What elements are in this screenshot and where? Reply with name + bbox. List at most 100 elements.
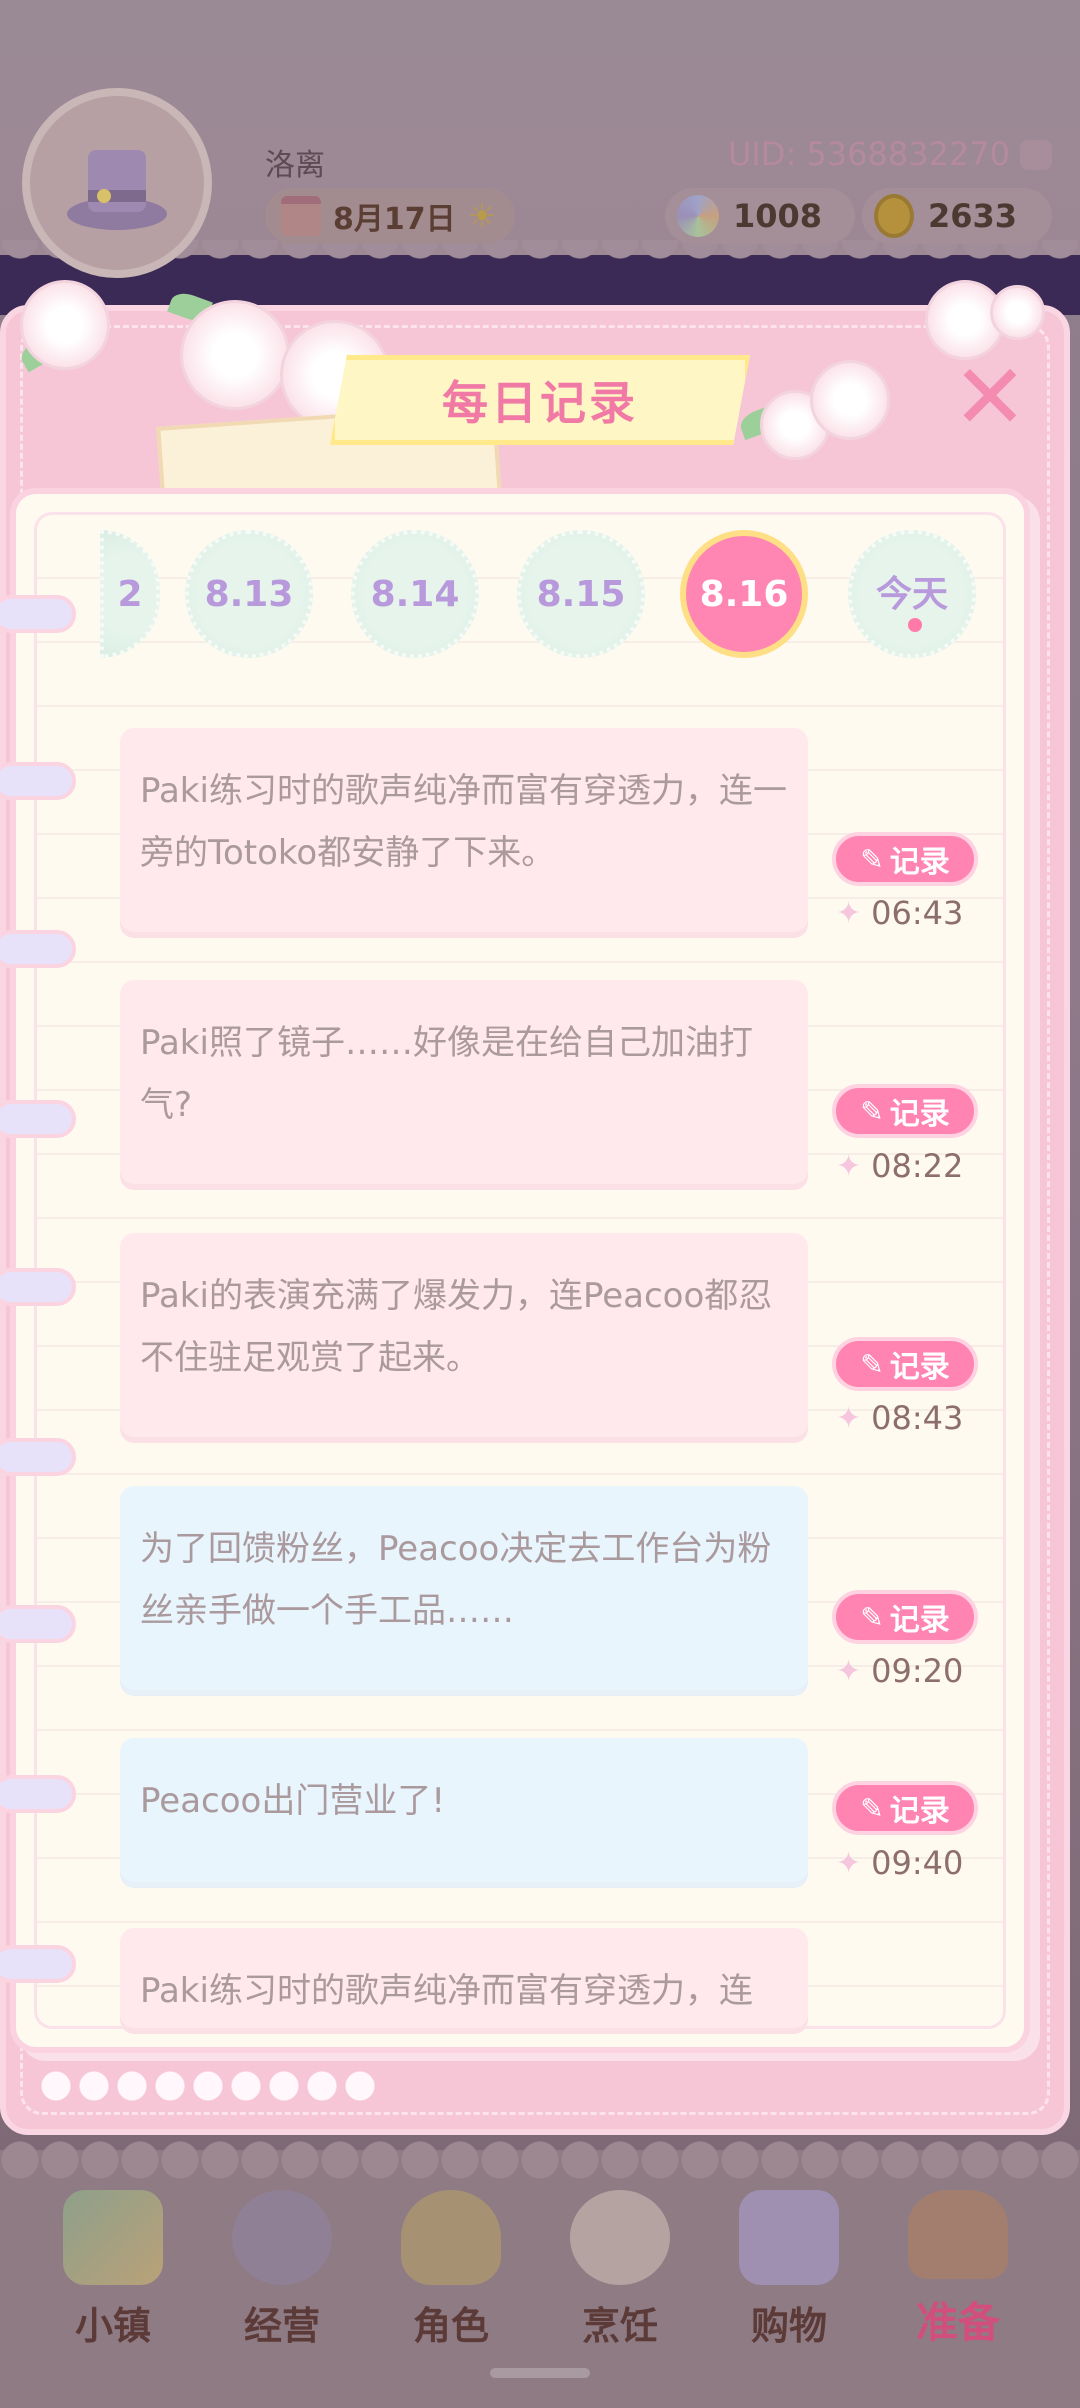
entry-text: Paki照了镜子……好像是在给自己加油打气? <box>140 1023 753 1125</box>
modal-title: 每日记录 <box>442 376 638 430</box>
home-indicator[interactable] <box>490 2368 590 2378</box>
sun-icon: ☀ <box>467 197 497 235</box>
character-icon <box>401 2190 501 2285</box>
record-button[interactable]: ✎ 记录 <box>832 1337 978 1391</box>
nav-item-cooking[interactable]: 烹饪 <box>545 2190 695 2350</box>
entry-time: ✦ 08:22 <box>836 1146 986 1186</box>
record-button[interactable]: ✎ 记录 <box>832 1781 978 1835</box>
entry-text: Paki的表演充满了爆发力，连Peacoo都忍不住驻足观赏了起来。 <box>140 1276 773 1378</box>
flower-gem-icon <box>677 195 719 237</box>
entry-time: ✦ 09:20 <box>836 1651 986 1691</box>
date-tab-label: 8.16 <box>699 573 789 615</box>
binder-ring <box>0 1268 76 1306</box>
binder-ring <box>0 1100 76 1138</box>
record-button-label: 记录 <box>889 1603 950 1638</box>
nav-item-shopping[interactable]: 购物 <box>714 2190 864 2350</box>
date-tab[interactable]: 8.15 <box>517 530 645 658</box>
binder-ring <box>0 1945 76 1983</box>
date-tab[interactable]: 8.13 <box>185 530 313 658</box>
record-button-label: 记录 <box>889 1794 950 1829</box>
gem-count: 1008 <box>733 197 823 235</box>
pearl-decoration <box>40 2070 380 2110</box>
close-icon: ✕ <box>952 345 1028 450</box>
uid-text: UID: 5368832270 <box>727 135 1010 173</box>
shopping-bag-icon <box>739 2190 839 2285</box>
nav-scallop-border <box>0 2140 1080 2180</box>
entry-time-text: 08:22 <box>871 1147 964 1185</box>
record-button[interactable]: ✎ 记录 <box>832 1084 978 1138</box>
nav-item-character[interactable]: 角色 <box>376 2190 526 2350</box>
binder-ring <box>0 930 76 968</box>
record-entry: Paki照了镜子……好像是在给自己加油打气? <box>120 980 808 1184</box>
entry-time-text: 09:20 <box>871 1652 964 1690</box>
cooking-icon <box>570 2190 670 2285</box>
sparkle-icon: ✦ <box>836 895 862 931</box>
record-entry: 为了回馈粉丝，Peacoo决定去工作台为粉丝亲手做一个手工品…… <box>120 1486 808 1690</box>
feather-icon: ✎ <box>860 1791 884 1825</box>
record-entry: Paki练习时的歌声纯净而富有穿透力，连一旁的Totoko都安静了下来。 <box>120 728 808 932</box>
nav-label: 小镇 <box>74 2304 151 2348</box>
entry-time: ✦ 09:40 <box>836 1843 986 1883</box>
nav-label: 准备 <box>915 2298 1000 2347</box>
nav-item-town[interactable]: 小镇 <box>38 2190 188 2350</box>
basket-icon <box>908 2190 1008 2279</box>
coin-icon <box>874 194 914 238</box>
binder-ring <box>0 595 76 633</box>
record-entry: Paki的表演充满了爆发力，连Peacoo都忍不住驻足观赏了起来。 <box>120 1233 808 1437</box>
feather-icon: ✎ <box>860 1600 884 1634</box>
date-tab-label: 8.14 <box>370 573 460 615</box>
rose-decoration <box>810 360 890 440</box>
today-indicator-dot <box>908 618 922 632</box>
entry-text: Paki练习时的歌声纯净而富有穿透力，连 <box>140 1971 753 2011</box>
nav-item-prepare[interactable]: 准备 <box>883 2190 1033 2350</box>
entry-text: Paki练习时的歌声纯净而富有穿透力，连一旁的Totoko都安静了下来。 <box>140 771 787 873</box>
nav-item-business[interactable]: 经营 <box>207 2190 357 2350</box>
nav-label: 经营 <box>243 2304 320 2348</box>
coin-count: 2633 <box>928 197 1018 235</box>
feather-icon: ✎ <box>860 1094 884 1128</box>
copy-icon[interactable] <box>1020 140 1052 170</box>
date-tab[interactable]: 8.14 <box>351 530 479 658</box>
record-button-label: 记录 <box>889 1350 950 1385</box>
date-tab-label: 2 <box>117 573 143 615</box>
date-tab-label: 今天 <box>875 574 948 615</box>
record-button[interactable]: ✎ 记录 <box>832 1590 978 1644</box>
binder-ring <box>0 1438 76 1476</box>
record-entry: Paki练习时的歌声纯净而富有穿透力，连 <box>120 1928 808 2028</box>
nav-label: 购物 <box>750 2304 827 2348</box>
title-banner: 每日记录 <box>330 355 750 445</box>
date-tab-selected[interactable]: 8.16 <box>680 530 808 658</box>
sparkle-icon: ✦ <box>836 1148 862 1184</box>
map-icon <box>63 2190 163 2285</box>
avatar[interactable] <box>22 88 212 278</box>
date-tab-today[interactable]: 今天 <box>848 530 976 658</box>
close-button[interactable]: ✕ <box>950 353 1030 443</box>
entry-time: ✦ 08:43 <box>836 1398 986 1438</box>
rose-decoration <box>20 280 110 370</box>
feather-icon: ✎ <box>860 1347 884 1381</box>
binder-ring <box>0 1605 76 1643</box>
record-entry: Peacoo出门营业了! <box>120 1738 808 1882</box>
top-hat-icon <box>67 150 167 230</box>
date-display: 8月17日 ☀ <box>265 188 515 244</box>
feather-icon: ✎ <box>860 842 884 876</box>
sparkle-icon: ✦ <box>836 1845 862 1881</box>
entry-text: 为了回馈粉丝，Peacoo决定去工作台为粉丝亲手做一个手工品…… <box>140 1529 772 1631</box>
date-tab-label: 8.13 <box>204 573 294 615</box>
nav-label: 烹饪 <box>581 2304 658 2348</box>
record-button[interactable]: ✎ 记录 <box>832 832 978 886</box>
calendar-icon <box>281 196 321 236</box>
entry-time-text: 09:40 <box>871 1844 964 1882</box>
record-button-label: 记录 <box>889 845 950 880</box>
gem-counter[interactable]: 1008 <box>665 188 855 244</box>
date-tab-label: 8.15 <box>536 573 626 615</box>
record-button-label: 记录 <box>889 1097 950 1132</box>
coin-counter[interactable]: 2633 <box>862 188 1052 244</box>
shop-bag-icon <box>232 2190 332 2285</box>
sparkle-icon: ✦ <box>836 1400 862 1436</box>
binder-ring <box>0 762 76 800</box>
entry-time-text: 06:43 <box>871 894 964 932</box>
binder-ring <box>0 1775 76 1813</box>
rose-decoration <box>180 300 290 410</box>
entry-time-text: 08:43 <box>871 1399 964 1437</box>
